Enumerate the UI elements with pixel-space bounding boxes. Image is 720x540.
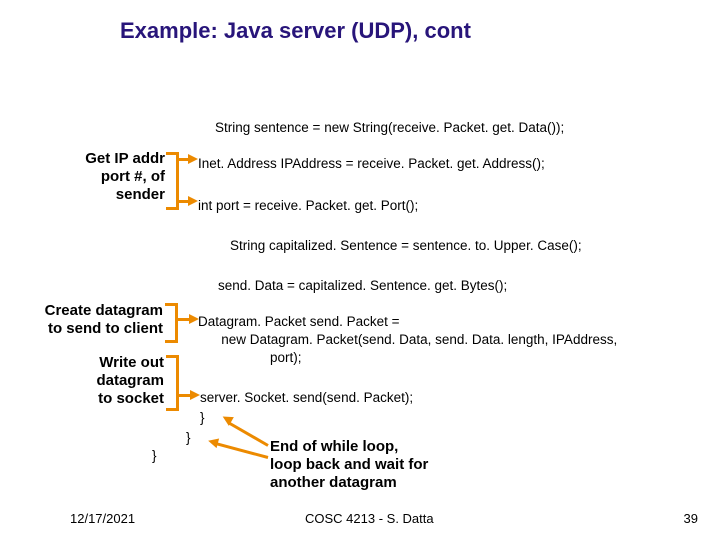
code-line: }	[186, 430, 191, 445]
annot-get-ip: Get IP addr port #, of sender	[60, 150, 165, 204]
code-line: send. Data = capitalized. Sentence. get.…	[218, 278, 507, 293]
footer-page-number: 39	[684, 511, 698, 526]
code-line: String sentence = new String(receive. Pa…	[215, 120, 564, 135]
bracket-icon	[166, 355, 179, 411]
annot-line: loop back and wait for	[270, 456, 428, 473]
annot-line: datagram	[96, 372, 164, 389]
code-line: new Datagram. Packet(send. Data, send. D…	[210, 332, 617, 347]
annot-line: another datagram	[270, 474, 397, 491]
footer-course: COSC 4213 - S. Datta	[305, 511, 434, 526]
bracket-icon	[165, 303, 178, 343]
annot-line: End of while loop,	[270, 438, 398, 455]
arrow-icon	[227, 421, 268, 447]
code-line: Datagram. Packet send. Packet =	[198, 314, 399, 329]
annot-line: to send to client	[48, 320, 163, 337]
arrow-head-icon	[188, 154, 198, 164]
annot-line: Create datagram	[45, 302, 163, 319]
code-line: }	[152, 448, 157, 463]
slide-title: Example: Java server (UDP), cont	[120, 18, 471, 44]
arrow-icon	[214, 442, 268, 459]
code-line: port);	[270, 350, 302, 365]
annot-write-out: Write out datagram to socket	[66, 354, 164, 408]
code-line: Inet. Address IPAddress = receive. Packe…	[198, 156, 545, 171]
arrow-head-icon	[190, 390, 200, 400]
annot-line: to socket	[98, 390, 164, 407]
code-line: server. Socket. send(send. Packet);	[200, 390, 413, 405]
annot-line: sender	[116, 186, 165, 203]
code-line: }	[200, 410, 205, 425]
arrow-head-icon	[207, 436, 219, 448]
annot-end-while: End of while loop, loop back and wait fo…	[270, 438, 480, 492]
annot-line: Get IP addr	[85, 150, 165, 167]
annot-line: Write out	[99, 354, 164, 371]
annot-line: port #, of	[101, 168, 165, 185]
arrow-head-icon	[188, 196, 198, 206]
code-line: int port = receive. Packet. get. Port();	[198, 198, 418, 213]
footer-date: 12/17/2021	[70, 511, 135, 526]
annot-create-datagram: Create datagram to send to client	[18, 302, 163, 338]
code-line: String capitalized. Sentence = sentence.…	[230, 238, 582, 253]
